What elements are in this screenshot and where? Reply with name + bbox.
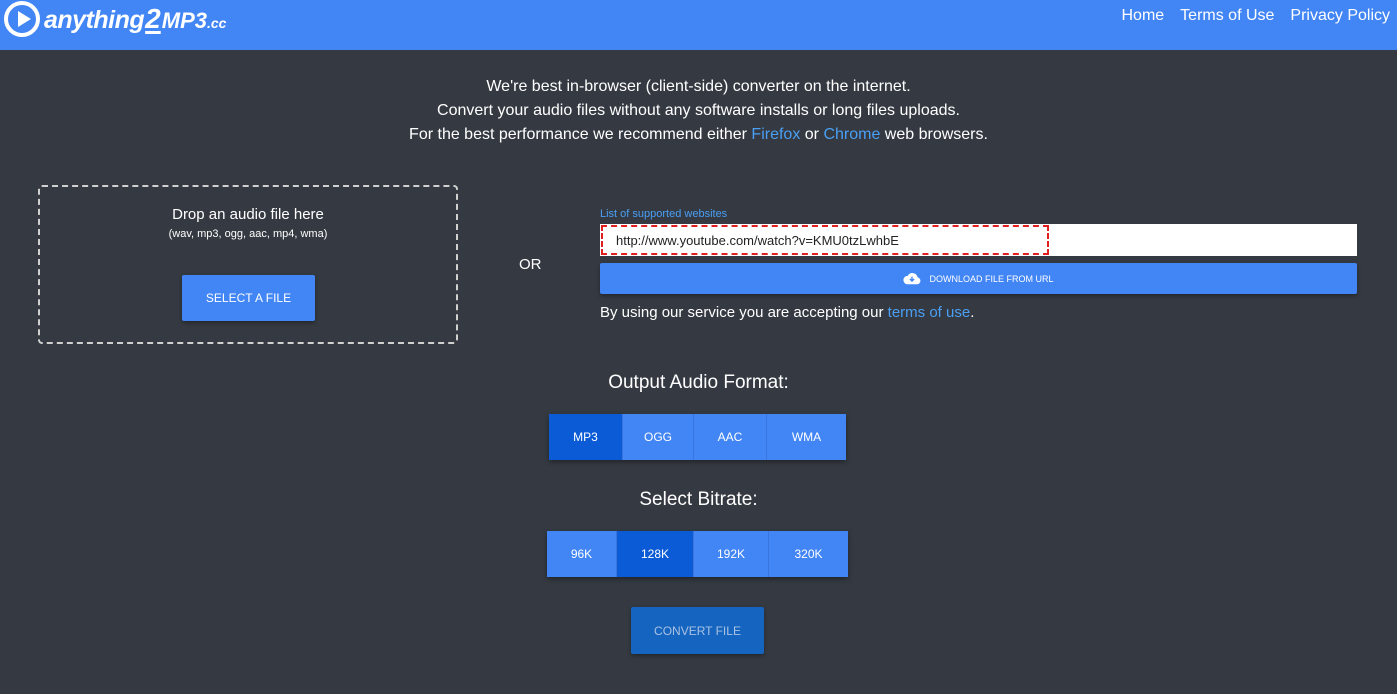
drop-zone-title: Drop an audio file here bbox=[172, 206, 324, 223]
bitrate-option-96k[interactable]: 96K bbox=[547, 531, 617, 577]
chrome-link[interactable]: Chrome bbox=[823, 126, 880, 143]
intro-line-2: Convert your audio files without any sof… bbox=[437, 102, 960, 119]
file-drop-zone[interactable]: Drop an audio file here (wav, mp3, ogg, … bbox=[38, 185, 458, 344]
terms-of-use-link[interactable]: terms of use bbox=[888, 304, 971, 321]
format-option-ogg[interactable]: OGG bbox=[623, 414, 694, 460]
intro-line-3-suffix: web browsers. bbox=[880, 126, 988, 143]
format-option-aac[interactable]: AAC bbox=[694, 414, 767, 460]
bitrate-option-192k[interactable]: 192K bbox=[694, 531, 769, 577]
top-navbar: anything 2 MP3 .cc Home Terms of Use Pri… bbox=[0, 0, 1397, 50]
or-separator: OR bbox=[519, 256, 542, 273]
intro-or-word: or bbox=[800, 126, 824, 143]
drop-zone-formats: (wav, mp3, ogg, aac, mp4, wma) bbox=[168, 228, 328, 240]
logo-text-part2: 2 bbox=[145, 3, 161, 34]
firefox-link[interactable]: Firefox bbox=[751, 126, 800, 143]
terms-suffix: . bbox=[970, 304, 975, 321]
bitrate-option-128k[interactable]: 128K bbox=[617, 531, 694, 577]
terms-notice: By using our service you are accepting o… bbox=[600, 304, 974, 321]
supported-websites-link[interactable]: List of supported websites bbox=[600, 208, 727, 220]
download-button-label: DOWNLOAD FILE FROM URL bbox=[929, 273, 1054, 284]
main-nav: Home Terms of Use Privacy Policy bbox=[1105, 7, 1390, 25]
site-logo[interactable]: anything 2 MP3 .cc bbox=[4, 1, 226, 37]
url-input-container bbox=[600, 224, 1357, 256]
intro-text: We're best in-browser (client-side) conv… bbox=[0, 75, 1397, 147]
bitrate-group: 96K 128K 192K 320K bbox=[547, 531, 848, 577]
cloud-download-icon bbox=[903, 273, 921, 285]
nav-privacy-link[interactable]: Privacy Policy bbox=[1290, 7, 1390, 25]
format-option-mp3[interactable]: MP3 bbox=[549, 414, 623, 460]
bitrate-option-320k[interactable]: 320K bbox=[769, 531, 848, 577]
intro-line-3: For the best performance we recommend ei… bbox=[0, 123, 1397, 147]
intro-line-3-prefix: For the best performance we recommend ei… bbox=[409, 126, 752, 143]
output-format-group: MP3 OGG AAC WMA bbox=[549, 414, 846, 460]
logo-text-part1: anything bbox=[44, 6, 145, 34]
output-format-title: Output Audio Format: bbox=[608, 372, 789, 393]
nav-terms-link[interactable]: Terms of Use bbox=[1180, 7, 1274, 25]
logo-text-part4: .cc bbox=[207, 15, 227, 31]
format-option-wma[interactable]: WMA bbox=[767, 414, 846, 460]
bitrate-title: Select Bitrate: bbox=[639, 489, 758, 510]
terms-prefix: By using our service you are accepting o… bbox=[600, 304, 888, 321]
play-icon bbox=[4, 1, 40, 37]
select-file-button[interactable]: SELECT A FILE bbox=[182, 275, 315, 321]
download-from-url-button[interactable]: DOWNLOAD FILE FROM URL bbox=[600, 263, 1357, 294]
convert-file-button[interactable]: CONVERT FILE bbox=[631, 607, 764, 654]
nav-home-link[interactable]: Home bbox=[1121, 7, 1164, 25]
logo-text: anything 2 MP3 .cc bbox=[44, 3, 226, 35]
url-input[interactable] bbox=[601, 225, 1049, 255]
logo-text-part3: MP3 bbox=[161, 8, 207, 33]
intro-line-1: We're best in-browser (client-side) conv… bbox=[486, 78, 911, 95]
